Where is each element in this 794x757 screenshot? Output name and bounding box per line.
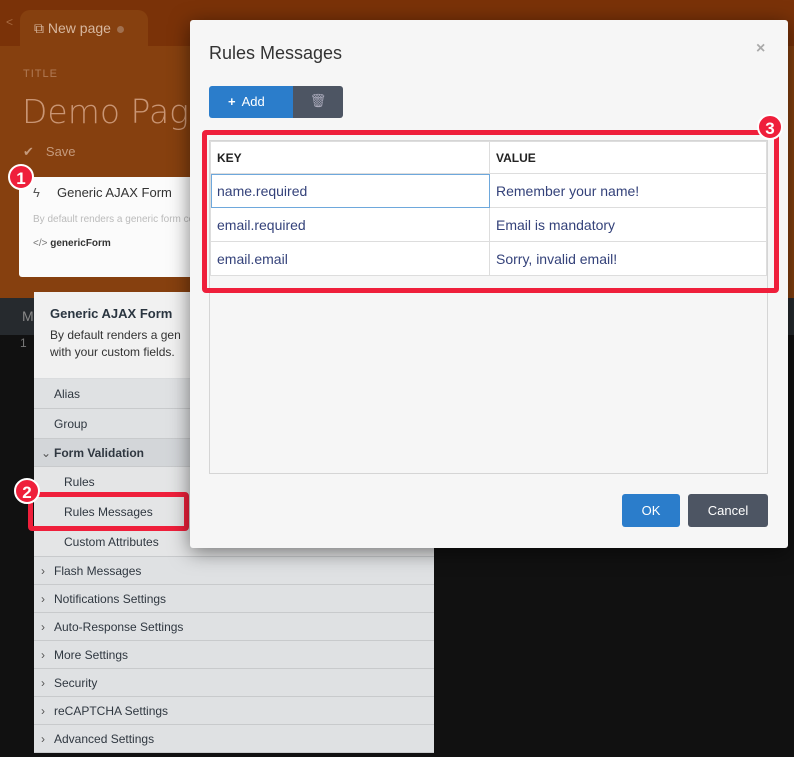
unsaved-dot: [116, 25, 124, 33]
check-icon: ✔: [23, 144, 34, 159]
chevron-right-icon: ›: [41, 732, 45, 746]
bolt-icon: ϟ: [33, 185, 40, 200]
chevron-down-icon: ⌄: [41, 446, 52, 460]
code-icon: </>: [33, 238, 51, 249]
save-label: Save: [45, 144, 76, 159]
delete-button[interactable]: 🗑: [293, 86, 343, 118]
save-button[interactable]: ✔ Save: [23, 144, 76, 160]
annotation-badge-2: 2: [14, 478, 40, 504]
plus-icon: +: [228, 94, 236, 109]
component-card[interactable]: ϟ Generic AJAX Form By default renders a…: [19, 177, 199, 277]
component-code: </> genericForm: [33, 238, 111, 249]
cancel-button[interactable]: Cancel: [688, 494, 768, 527]
tab-new-page[interactable]: ⧉ New page: [20, 10, 148, 46]
highlight-box-3: [202, 130, 779, 293]
tab-label: New page: [47, 20, 111, 36]
back-chevron-icon[interactable]: <: [6, 15, 13, 29]
chevron-right-icon: ›: [41, 676, 45, 690]
title-label: TITLE: [23, 68, 58, 80]
annotation-badge-3: 3: [757, 114, 783, 140]
inspector-group-recaptcha[interactable]: › reCAPTCHA Settings: [34, 697, 434, 725]
inspector-group-security[interactable]: › Security: [34, 669, 434, 697]
inspector-group-advanced[interactable]: › Advanced Settings: [34, 725, 434, 753]
inspector-group-auto-response[interactable]: › Auto-Response Settings: [34, 613, 434, 641]
chevron-right-icon: ›: [41, 648, 45, 662]
page-title-input[interactable]: Demo Page: [22, 92, 209, 131]
chevron-right-icon: ›: [41, 620, 45, 634]
add-button[interactable]: + Add: [209, 86, 293, 118]
ok-button[interactable]: OK: [622, 494, 680, 527]
modal-title: Rules Messages: [209, 43, 343, 63]
highlight-box-2: [28, 492, 189, 531]
chevron-right-icon: ›: [41, 564, 45, 578]
line-number: 1: [20, 336, 27, 350]
code-tab[interactable]: M: [22, 308, 34, 324]
annotation-badge-1: 1: [8, 164, 34, 190]
chevron-right-icon: ›: [41, 704, 45, 718]
inspector-group-more-settings[interactable]: › More Settings: [34, 641, 434, 669]
chevron-right-icon: ›: [41, 592, 45, 606]
trash-icon: 🗑: [309, 93, 327, 108]
component-description: By default renders a generic form compon…: [33, 214, 199, 225]
close-icon[interactable]: ×: [756, 40, 765, 58]
pages-icon: ⧉: [34, 20, 48, 36]
component-title: Generic AJAX Form: [57, 185, 172, 200]
inspector-description: By default renders a gen: [50, 328, 181, 342]
inspector-group-flash-messages[interactable]: › Flash Messages: [34, 557, 434, 585]
inspector-group-notifications[interactable]: › Notifications Settings: [34, 585, 434, 613]
